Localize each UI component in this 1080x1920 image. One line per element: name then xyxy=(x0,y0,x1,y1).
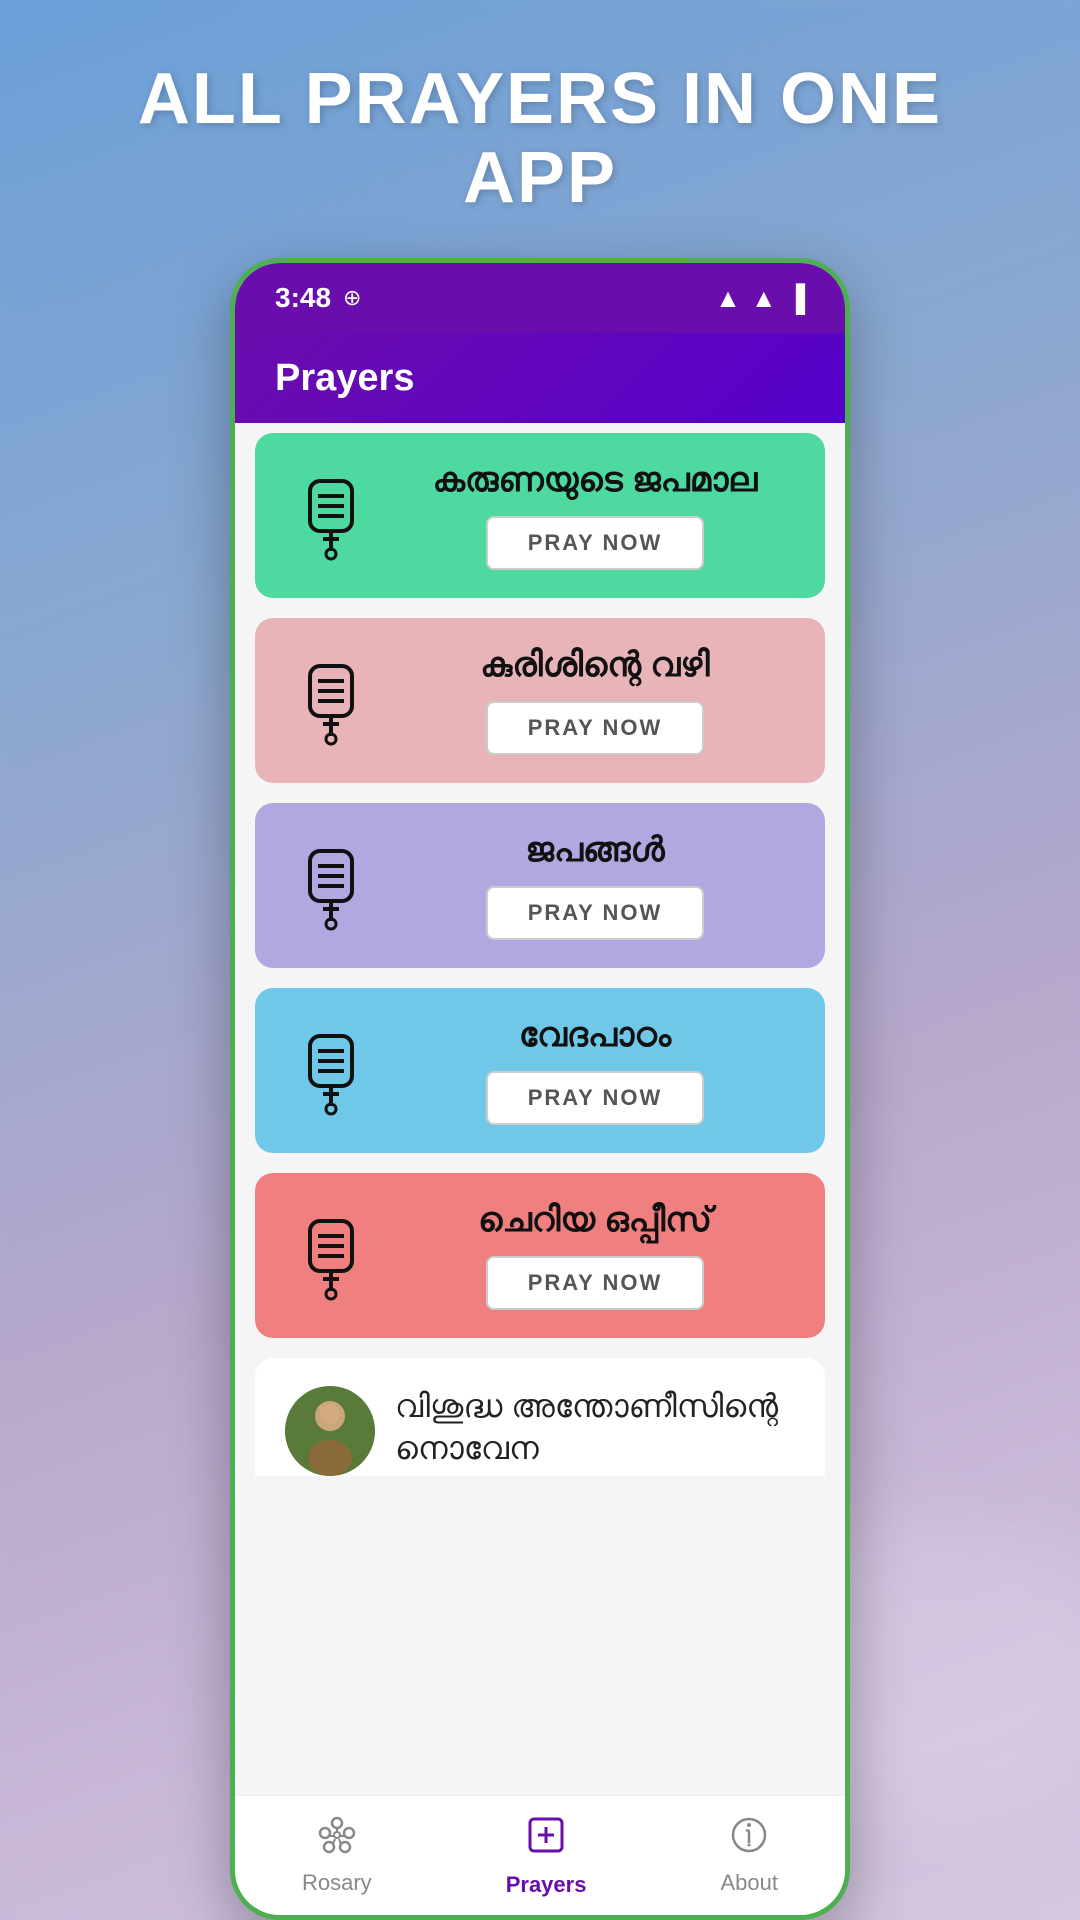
signal-icon: ▲ xyxy=(751,283,777,314)
prayer-card-3: ജപങ്ങൾ PRAY NOW xyxy=(255,803,825,968)
nav-item-prayers[interactable]: Prayers xyxy=(506,1813,587,1898)
app-title: Prayers xyxy=(275,357,414,400)
card-2-icon xyxy=(285,651,375,751)
card-4-title: വേദപാഠം xyxy=(519,1016,671,1055)
prayer-card-5: ചെറിയ ഒപ്പീസ് PRAY NOW xyxy=(255,1173,825,1338)
wifi-icon: ▲ xyxy=(715,283,741,314)
prayer-card-1: കരുണയുടെ ജപമാല PRAY NOW xyxy=(255,433,825,598)
bottom-nav: Rosary Prayers xyxy=(235,1795,845,1915)
pray-now-btn-1[interactable]: PRAY NOW xyxy=(486,516,705,570)
rosary-nav-icon xyxy=(317,1815,357,1864)
about-nav-icon xyxy=(729,1815,769,1864)
pray-now-btn-4[interactable]: PRAY NOW xyxy=(486,1071,705,1125)
battery-icon: ▐ xyxy=(787,283,805,314)
nav-label-about: About xyxy=(720,1870,778,1896)
prayer-card-2: കുരിശിന്റെ വഴി PRAY NOW xyxy=(255,618,825,783)
card-2-title: കുരിശിന്റെ വഴി xyxy=(480,646,709,685)
card-3-title: ജപങ്ങൾ xyxy=(525,831,664,870)
pray-now-btn-3[interactable]: PRAY NOW xyxy=(486,886,705,940)
status-time: 3:48 xyxy=(275,282,331,314)
cards-container: കരുണയുടെ ജപമാല PRAY NOW കുരിശിന്റെ വഴി xyxy=(235,423,845,1795)
card-5-icon xyxy=(285,1206,375,1306)
card-3-icon xyxy=(285,836,375,936)
prayer-card-4: വേദപാഠം PRAY NOW xyxy=(255,988,825,1153)
partial-card-title: വിശുദ്ധ അന്തോണീസിന്റെ നൊവേന xyxy=(395,1388,778,1466)
app-header: Prayers xyxy=(235,333,845,423)
nav-label-rosary: Rosary xyxy=(302,1870,372,1896)
sim-icon: ⊕ xyxy=(343,285,361,311)
headline: ALL PRAYERS IN ONE APP xyxy=(0,0,1080,258)
pray-now-btn-5[interactable]: PRAY NOW xyxy=(486,1256,705,1310)
card-4-icon xyxy=(285,1021,375,1121)
card-5-title: ചെറിയ ഒപ്പീസ് xyxy=(478,1201,712,1240)
phone-frame: 3:48 ⊕ ▲ ▲ ▐ Prayers xyxy=(230,258,850,1920)
partial-card: വിശുദ്ധ അന്തോണീസിന്റെ നൊവേന xyxy=(255,1358,825,1476)
nav-item-about[interactable]: About xyxy=(720,1815,778,1896)
nav-label-prayers: Prayers xyxy=(506,1872,587,1898)
partial-avatar xyxy=(285,1386,375,1476)
status-bar: 3:48 ⊕ ▲ ▲ ▐ xyxy=(235,263,845,333)
pray-now-btn-2[interactable]: PRAY NOW xyxy=(486,701,705,755)
card-1-icon xyxy=(285,466,375,566)
prayers-nav-icon xyxy=(524,1813,568,1866)
card-1-title: കരുണയുടെ ജപമാല xyxy=(433,461,758,500)
nav-item-rosary[interactable]: Rosary xyxy=(302,1815,372,1896)
